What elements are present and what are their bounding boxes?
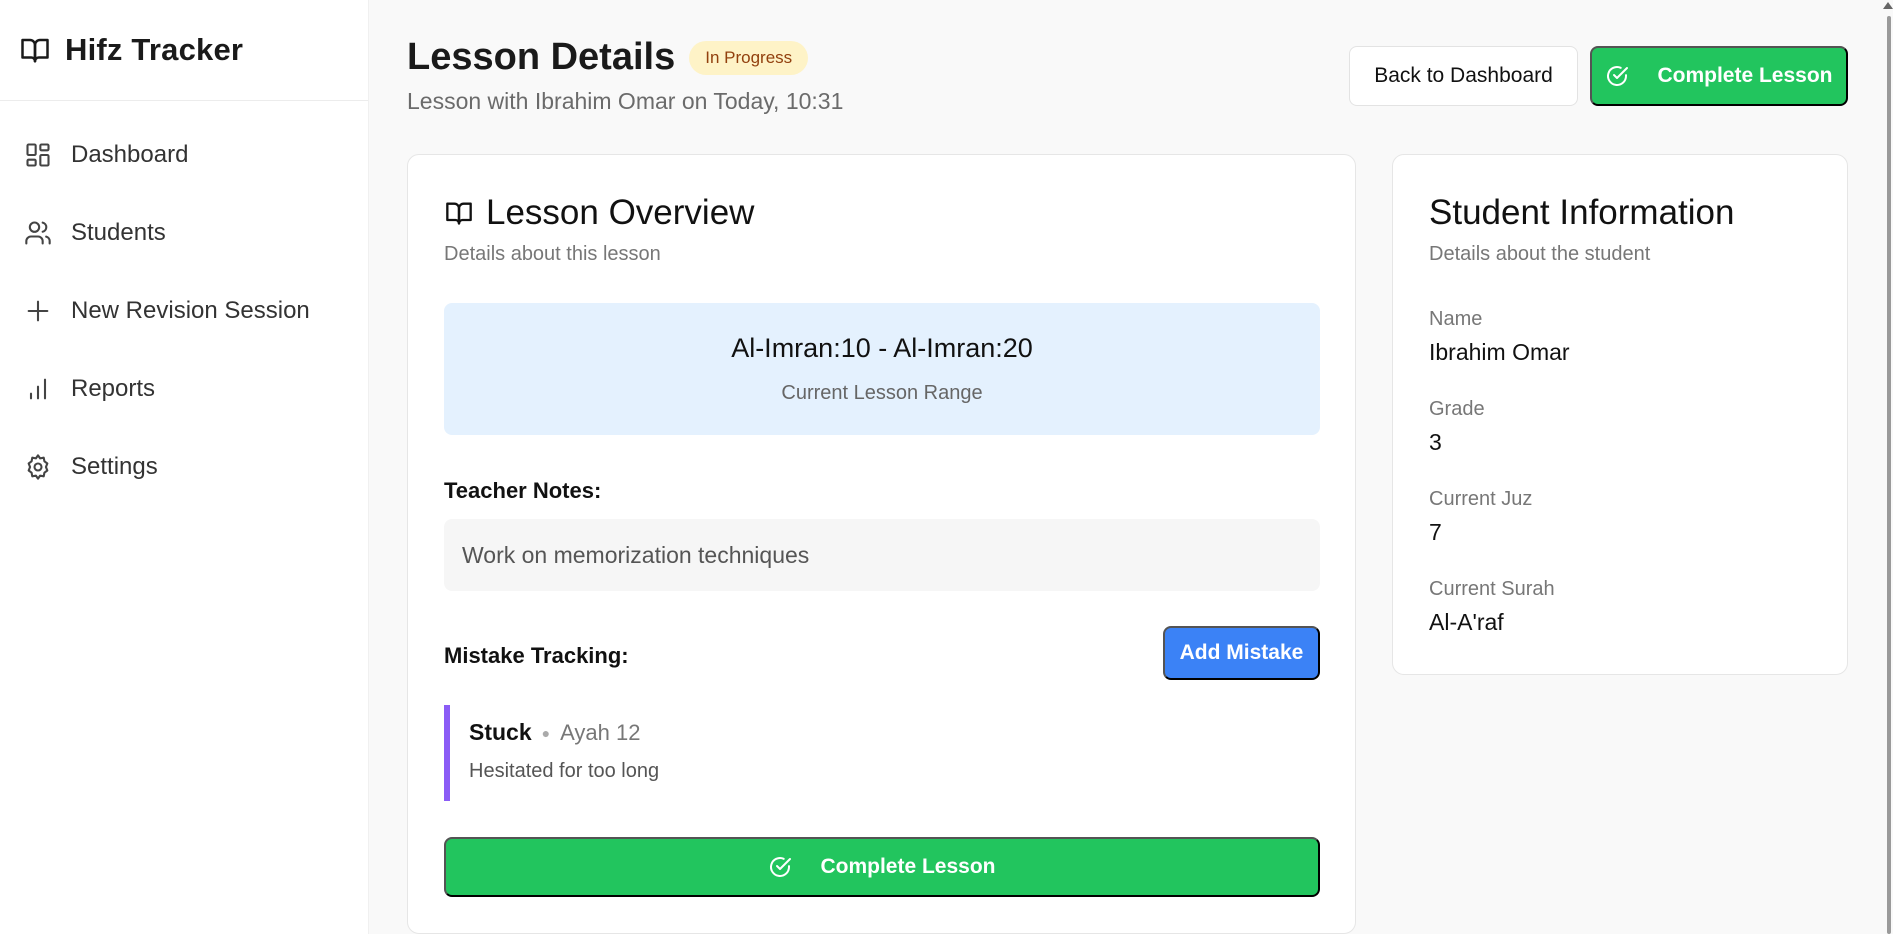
sidebar-item-dashboard[interactable]: Dashboard: [0, 116, 368, 194]
sidebar-item-label: Dashboard: [71, 141, 189, 168]
book-open-icon: [444, 199, 474, 227]
card-header: Lesson Overview: [444, 193, 754, 233]
teacher-notes-label: Teacher Notes:: [444, 478, 602, 503]
sidebar-item-new-revision-session[interactable]: New Revision Session: [0, 272, 368, 350]
users-icon: [24, 219, 52, 247]
brand-title: Hifz Tracker: [65, 32, 244, 67]
sidebar-item-label: New Revision Session: [71, 297, 310, 324]
mistake-type: Stuck: [469, 719, 532, 745]
student-surah: Al-A'raf: [1429, 609, 1504, 635]
status-badge: In Progress: [689, 40, 809, 75]
complete-lesson-button[interactable]: Complete Lesson: [1590, 46, 1848, 106]
student-grade-field: Grade 3: [1429, 398, 1485, 456]
bar-chart-icon: [24, 375, 52, 403]
sidebar-item-label: Settings: [71, 453, 158, 480]
add-mistake-button[interactable]: Add Mistake: [1163, 626, 1320, 680]
field-label: Grade: [1429, 398, 1485, 420]
sidebar: Hifz Tracker Dashboard Students New Revi…: [0, 0, 369, 934]
sidebar-nav: Dashboard Students New Revision Session: [0, 101, 368, 506]
field-label: Current Juz: [1429, 488, 1533, 510]
student-name: Ibrahim Omar: [1429, 339, 1570, 365]
complete-lesson-bottom-button[interactable]: Complete Lesson: [444, 837, 1320, 897]
card-description: Details about this lesson: [444, 243, 661, 265]
student-name-field: Name Ibrahim Omar: [1429, 308, 1570, 366]
card-header: Student Information: [1429, 193, 1734, 233]
sidebar-item-students[interactable]: Students: [0, 194, 368, 272]
student-juz-field: Current Juz 7: [1429, 488, 1532, 546]
sidebar-item-settings[interactable]: Settings: [0, 428, 368, 506]
student-surah-field: Current Surah Al-A'raf: [1429, 578, 1555, 636]
page-title: Lesson Details: [407, 36, 676, 78]
card-description: Details about the student: [1429, 243, 1651, 265]
mistake-header: Stuck ● Ayah 12: [469, 719, 1320, 746]
card-title: Lesson Overview: [486, 193, 755, 232]
student-grade: 3: [1429, 429, 1442, 455]
sidebar-item-label: Reports: [71, 375, 156, 402]
lesson-overview-card: Lesson Overview Details about this lesso…: [407, 154, 1356, 934]
complete-lesson-label: Complete Lesson: [1657, 64, 1833, 87]
mistake-item: Stuck ● Ayah 12 Hesitated for too long: [444, 705, 1320, 801]
teacher-notes: Work on memorization techniques: [444, 519, 1320, 591]
brand[interactable]: Hifz Tracker: [0, 0, 368, 101]
field-label: Current Surah: [1429, 578, 1555, 600]
mistake-tracking-label: Mistake Tracking:: [444, 643, 629, 668]
sidebar-item-label: Students: [71, 219, 166, 246]
student-juz: 7: [1429, 519, 1442, 545]
lesson-range-label: Current Lesson Range: [781, 382, 983, 404]
lesson-range: Al-Imran:10 - Al-Imran:20: [731, 333, 1033, 363]
scrollbar[interactable]: [1887, 16, 1891, 934]
mistake-ayah: Ayah 12: [560, 719, 641, 745]
plus-icon: [24, 297, 52, 325]
check-circle-icon: [1605, 64, 1629, 88]
sidebar-item-reports[interactable]: Reports: [0, 350, 368, 428]
gear-icon: [24, 453, 52, 481]
card-title: Student Information: [1429, 193, 1735, 232]
page-subtitle: Lesson with Ibrahim Omar on Today, 10:31: [407, 88, 844, 114]
scroll-up-arrow-icon[interactable]: [1883, 2, 1893, 9]
lesson-range-box: Al-Imran:10 - Al-Imran:20 Current Lesson…: [444, 303, 1320, 435]
separator-dot-icon: ●: [541, 724, 551, 741]
student-information-card: Student Information Details about the st…: [1392, 154, 1848, 675]
back-to-dashboard-button[interactable]: Back to Dashboard: [1349, 46, 1578, 106]
complete-lesson-label: Complete Lesson: [820, 855, 996, 878]
field-label: Name: [1429, 308, 1483, 330]
dashboard-icon: [24, 141, 52, 169]
book-open-icon: [18, 35, 52, 65]
mistake-description: Hesitated for too long: [469, 760, 660, 782]
page-header: Lesson Details In Progress: [407, 36, 809, 79]
check-circle-icon: [768, 855, 792, 879]
